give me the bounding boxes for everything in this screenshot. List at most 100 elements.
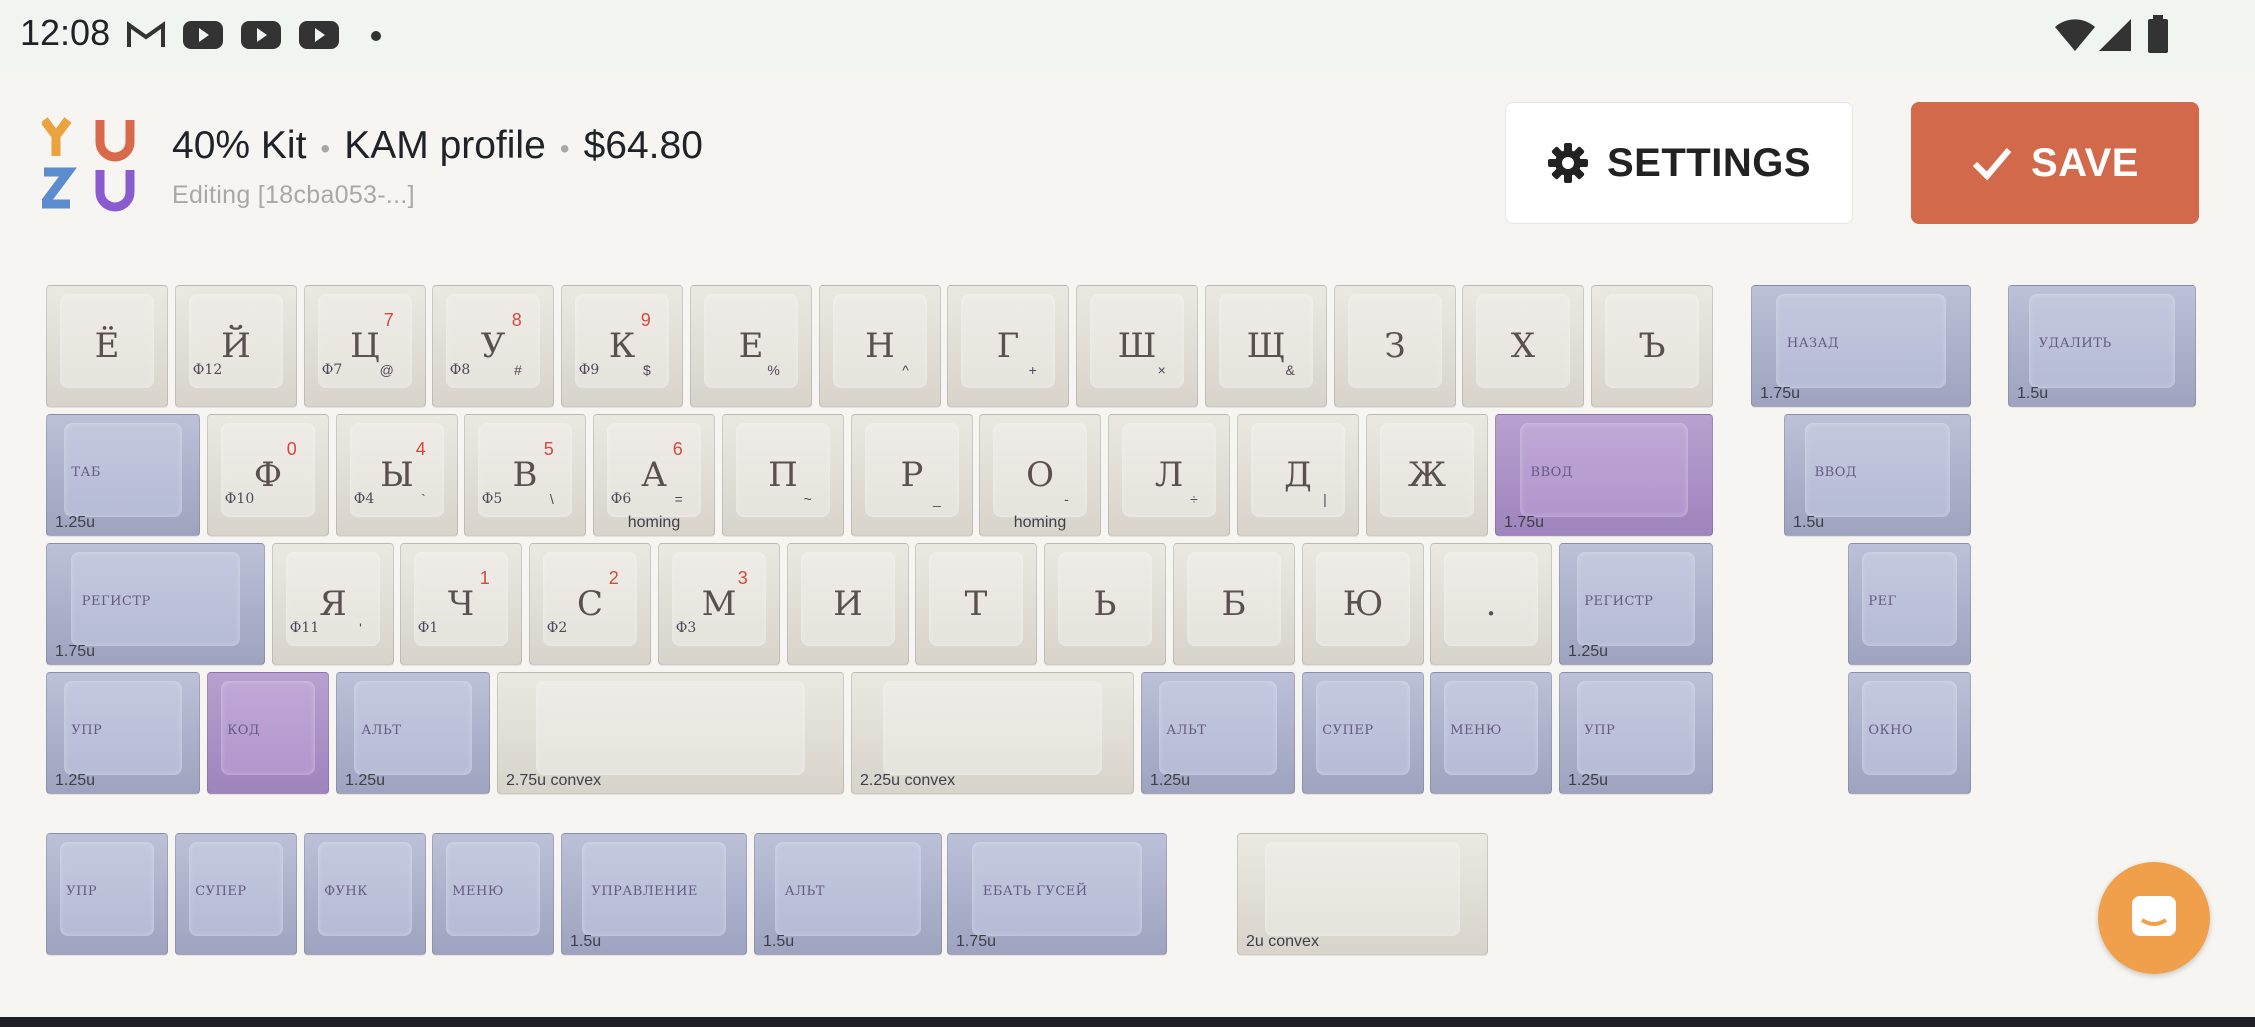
key-ctrl-l[interactable]: УПР 1.25u (46, 672, 200, 794)
key-sublegend-left: Ф9 (578, 362, 600, 378)
key-sublegend-right: \ (549, 491, 554, 507)
key-alt[interactable]: АЛЬТ 1.5u (754, 833, 942, 955)
key-modifier-label: МЕНЮ (1450, 723, 1502, 738)
chat-icon (2132, 896, 2176, 936)
key-dot[interactable]: . (1430, 543, 1552, 665)
key-size-label: 1.25u (55, 514, 96, 531)
key-sublegend-right: $ (643, 362, 651, 378)
key-z[interactable]: З (1334, 285, 1456, 407)
key-modifier-label: СУПЕР (195, 884, 247, 899)
key-tab[interactable]: ТАБ 1.25u (46, 414, 200, 536)
key-b[interactable]: Б (1173, 543, 1295, 665)
key-ch[interactable]: Ч Ф1 1 (400, 543, 522, 665)
key-modifier-label: АЛЬТ (1166, 723, 1207, 738)
key-e[interactable]: Е% (690, 285, 812, 407)
key-modifier-label: УПР (71, 723, 103, 738)
key-f[interactable]: Ф Ф10 0 (207, 414, 329, 536)
key-modifier-label: АЛЬТ (361, 723, 402, 738)
key-homing-label: homing (1013, 514, 1067, 531)
key-sublegend-right: & (1285, 362, 1295, 378)
key-alt-r[interactable]: АЛЬТ 1.25u (1141, 672, 1295, 794)
key-legend: Ю (1342, 584, 1384, 624)
key-shch[interactable]: Щ & (1205, 285, 1327, 407)
key-modifier-label: РЕГИСТР (81, 594, 151, 609)
key-del[interactable]: УДАЛИТЬ 1.5u (2008, 285, 2196, 407)
key-space-l[interactable]: 2.75u convex (497, 672, 844, 794)
key-sublegend-left: Ф10 (224, 491, 255, 507)
key-window[interactable]: ОКНО (1848, 672, 1971, 794)
key-number-legend: 3 (737, 568, 748, 588)
key-super-r[interactable]: СУПЕР (1302, 672, 1424, 794)
key-size-label: 1.25u (55, 772, 96, 789)
key-o[interactable]: О - homing (979, 414, 1101, 536)
key-size-label: 2.75u convex (506, 772, 602, 789)
key-l[interactable]: Л ÷ (1108, 414, 1230, 536)
key-enter[interactable]: ВВОД 1.75u (1495, 414, 1713, 536)
key-legend: М (701, 584, 737, 624)
key-sublegend-right: ÷ (1190, 491, 1198, 507)
key-shift-l[interactable]: РЕГИСТР 1.75u (46, 543, 265, 665)
key-g[interactable]: Г + (947, 285, 1069, 407)
key-a[interactable]: А Ф6 = 6 homing (593, 414, 715, 536)
key-r[interactable]: Р _ (851, 414, 973, 536)
key-s[interactable]: С Ф2 2 (529, 543, 651, 665)
key-func[interactable]: ФУНК (304, 833, 426, 955)
key-sublegend-left: Ф6 (610, 491, 632, 507)
key-number-legend: 4 (415, 439, 426, 459)
key-code[interactable]: КОД (207, 672, 329, 794)
key-menu-r[interactable]: МЕНЮ (1430, 672, 1552, 794)
key-sublegend-right: @ (379, 362, 394, 378)
key-k[interactable]: К Ф9 $9 (561, 285, 683, 407)
key-sublegend-right: | (1323, 491, 1327, 507)
key-u[interactable]: У Ф8 #8 (432, 285, 554, 407)
key-kh[interactable]: Х (1462, 285, 1584, 407)
key-shift-r[interactable]: РЕГИСТР 1.25u (1559, 543, 1713, 665)
key-modifier-label: РЕГИСТР (1584, 594, 1654, 609)
key-space[interactable]: 2u convex (1237, 833, 1488, 955)
key-super[interactable]: СУПЕР (175, 833, 297, 955)
key-yu[interactable]: Ю (1302, 543, 1424, 665)
chat-button[interactable] (2098, 862, 2210, 974)
key-shift-alt[interactable]: РЕГ (1848, 543, 1971, 665)
key-enter2[interactable]: ВВОД 1.5u (1784, 414, 1971, 536)
key-d[interactable]: Д | (1237, 414, 1359, 536)
key-modifier-label: УПР (66, 884, 98, 899)
key-legend: С (576, 584, 603, 624)
key-modifier-label: ВВОД (1530, 465, 1573, 480)
key-t[interactable]: Т (915, 543, 1037, 665)
key-ts[interactable]: Ц Ф7 @7 (304, 285, 426, 407)
key-modifier-label: НАЗАД (1786, 336, 1840, 351)
key-soft[interactable]: Ь (1044, 543, 1166, 665)
key-yi[interactable]: Ы Ф4 ` 4 (336, 414, 458, 536)
key-i[interactable]: И (787, 543, 909, 665)
key-sublegend-right: + (1028, 362, 1037, 378)
key-legend: И (833, 584, 863, 624)
key-number-legend: 1 (479, 568, 490, 588)
key-m[interactable]: М Ф3 3 (658, 543, 780, 665)
key-number-legend: 0 (286, 439, 297, 459)
key-sublegend-right: - (1064, 491, 1069, 507)
key-sublegend-left: Ф11 (289, 620, 320, 636)
key-y[interactable]: Й Ф12 (175, 285, 297, 407)
key-space-r[interactable]: 2.25u convex (851, 672, 1134, 794)
key-alt-l[interactable]: АЛЬТ 1.25u (336, 672, 490, 794)
key-hard[interactable]: Ъ (1591, 285, 1713, 407)
key-yo[interactable]: Ё (46, 285, 168, 407)
key-size-label: 1.25u (1150, 772, 1191, 789)
key-control[interactable]: УПРАВЛЕНИЕ 1.5u (561, 833, 747, 955)
key-v[interactable]: В Ф5 \ 5 (464, 414, 586, 536)
key-ctrl-r[interactable]: УПР 1.25u (1559, 672, 1713, 794)
key-sh[interactable]: Ш × (1076, 285, 1198, 407)
key-number-legend: 8 (511, 310, 522, 330)
key-p[interactable]: П ~ (722, 414, 844, 536)
key-ctrl[interactable]: УПР (46, 833, 168, 955)
key-ya[interactable]: Я Ф11 ' (272, 543, 394, 665)
key-back[interactable]: НАЗАД 1.75u (1751, 285, 1971, 407)
key-modifier-label: ВВОД (1814, 465, 1857, 480)
key-zh[interactable]: Ж (1366, 414, 1488, 536)
key-size-label: 1.5u (763, 933, 795, 950)
key-geese[interactable]: ЕБАТЬ ГУСЕЙ 1.75u (947, 833, 1167, 955)
key-legend: Н (865, 326, 895, 366)
key-n[interactable]: Н ^ (819, 285, 941, 407)
key-menu[interactable]: МЕНЮ (432, 833, 554, 955)
